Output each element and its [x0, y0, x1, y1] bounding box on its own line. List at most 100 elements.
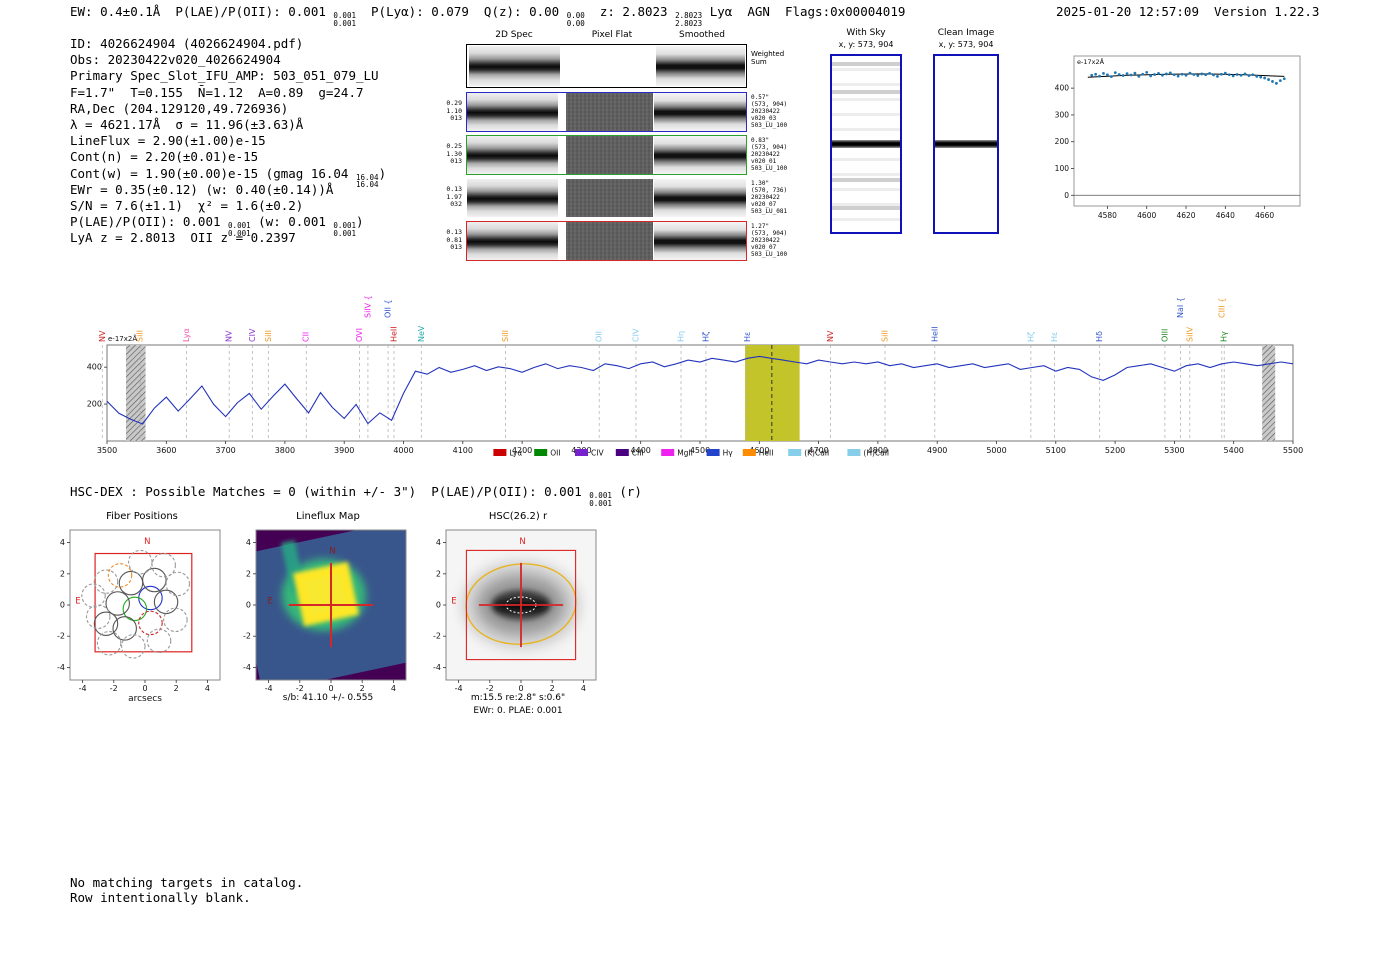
linefit-data-point: [1259, 75, 1263, 79]
linefit-data-point: [1251, 73, 1255, 77]
legend-label: MgII: [677, 449, 693, 458]
legend-swatch: [575, 449, 588, 456]
info-line: F=1.7" T=0.155 N̄=1.12 A=0.89 g=24.7: [70, 85, 386, 101]
linefit-data-point: [1263, 76, 1267, 80]
info-line: λ = 4621.17Å σ = 11.96(±3.63)Å: [70, 117, 386, 133]
spectrum-xtick-label: 5000: [986, 446, 1006, 455]
info-uncertainty-stack: 16.04 16.04: [355, 172, 379, 189]
info-line: Cont(w) = 1.90(±0.00)e-15 (gmag 16.04 16…: [70, 166, 386, 189]
summary-text: Lyα AGN Flags:0x00004019: [702, 4, 906, 19]
info-text: P(LAE)/P(OII): 0.001: [70, 214, 229, 230]
spectrum-xtick-label: 5400: [1224, 446, 1244, 455]
spectral-line-label: SiII: [501, 330, 510, 342]
spectrum-xtick-label: 3800: [275, 446, 295, 455]
linefit-data-point: [1275, 81, 1278, 85]
spectral-line-label: SiII: [264, 330, 273, 342]
linefit-data-point: [1172, 73, 1176, 77]
with-sky-title: With Sky: [846, 28, 886, 38]
linefit-ytick-label: 200: [1055, 137, 1070, 146]
linefit-data-point: [1212, 73, 1215, 77]
fiber-ytick-label: 0: [60, 601, 65, 610]
exposure-cutout-row: [466, 221, 747, 261]
linefit-data-point: [1098, 74, 1101, 78]
footer-no-match-line: No matching targets in catalog.: [70, 875, 304, 890]
info-text: λ = 4621.17Å σ = 11.96(±3.63)Å: [70, 116, 304, 132]
row-exposure-labels: 1.30" (570, 736) 20230422 v020_07 503_LU_081: [751, 180, 813, 216]
spectral-line-label: OIII: [1160, 329, 1169, 342]
detection-info-block: ID: 4026624904 (4026624904.pdf) Obs: 2023…: [70, 36, 386, 246]
linefit-data-point: [1196, 74, 1200, 77]
hsc-xtick-label: 2: [550, 684, 555, 693]
linefit-data-point: [1164, 72, 1168, 76]
info-text: S/N = 7.6(±1.1) χ² = 1.6(±0.2): [70, 197, 304, 213]
fiber-xtick-label: -2: [110, 684, 118, 693]
info-text: (w: 0.001: [250, 214, 334, 230]
spectrum-xtick-label: 5500: [1283, 446, 1303, 455]
catalog-match-summary-line: HSC-DEX : Possible Matches = 0 (within +…: [70, 484, 642, 507]
row-weight-value: 032: [450, 200, 462, 208]
linefit-data-point: [1200, 72, 1204, 76]
lineflux-ytick-label: 4: [246, 538, 251, 547]
fiber-positions-plot: N E -4 -2 0 2 4 4 2 0 -2 -4 arcsecs: [57, 529, 221, 704]
hsc-ytick-label: -4: [433, 663, 441, 672]
row-2d-spec-strip: [467, 93, 558, 131]
linefit-data-point: [1255, 74, 1259, 78]
info-uncertainty-stack: 0.001 0.001: [333, 221, 356, 238]
spectrum-xtick-label: 4100: [453, 446, 473, 455]
row-weight-labels: 0.13 1.97 032: [416, 185, 464, 209]
linefit-xtick-label: 4640: [1216, 211, 1235, 220]
lineflux-xtick-label: 0: [328, 684, 333, 693]
info-text: Cont(n) = 2.20(±0.01)e-15: [70, 149, 259, 165]
info-text: Obs: 20230422v020_4026624904: [70, 52, 281, 68]
spectral-line-label: Hε: [743, 332, 752, 342]
info-line: Obs: 20230422v020_4026624904: [70, 52, 386, 68]
spectral-line-label: NeV: [417, 325, 426, 342]
spectrum-xtick-label: 5100: [1046, 446, 1066, 455]
row-exposure-labels: 0.57" (573, 904) 20230422 v020_03 503_LU_100: [751, 94, 813, 130]
info-line: ID: 4026624904 (4026624904.pdf): [70, 36, 386, 52]
linefit-units-annotation: e-17x2Å: [1077, 57, 1105, 66]
spectral-line-label: NV: [225, 330, 234, 342]
catalog-match-text: (r): [611, 484, 642, 499]
linefit-data-point: [1133, 71, 1137, 75]
linefit-data-point: [1129, 73, 1133, 77]
row-weight-labels: 0.13 0.81 013: [416, 228, 464, 252]
linefit-data-point: [1161, 73, 1164, 77]
spectral-line-label: Hη: [677, 331, 686, 342]
row-weight-value: 013: [450, 114, 462, 122]
linefit-xtick-label: 4620: [1176, 211, 1195, 220]
spectral-line-label: NV: [98, 330, 107, 342]
clean-image-title: Clean Image: [937, 28, 995, 38]
spectral-line-label: CIV: [631, 328, 640, 342]
spectral-line-label: OVI: [355, 328, 364, 342]
north-label: N: [144, 537, 150, 547]
linefit-data-point: [1267, 78, 1270, 81]
hsc-xtick-label: -2: [486, 684, 494, 693]
row-2d-spec-strip: [467, 222, 558, 260]
linefit-data-point: [1149, 74, 1153, 78]
with-sky-coords: x, y: 573, 904: [838, 40, 894, 49]
linefit-data-point: [1278, 79, 1282, 83]
lineflux-xtick-label: 4: [391, 684, 396, 693]
linefit-data-point: [1125, 72, 1129, 76]
linefit-data-point: [1113, 71, 1117, 75]
summary-header-line: EW: 0.4±0.1Å P(LAE)/P(OII): 0.001 0.001 0…: [70, 4, 905, 27]
spectrum-xtick-label: 3500: [97, 446, 117, 455]
hsc-xtick-label: 4: [581, 684, 586, 693]
spectral-line-label: Hδ: [1095, 331, 1104, 342]
fiber-xtick-label: -4: [79, 684, 87, 693]
full-spectrum-plot: NV SiII Lyα NV CIV SiII CII OVI SiIV {OII {HeII N…: [87, 295, 1303, 458]
linefit-data-point: [1090, 73, 1094, 77]
row-pixel-flat-strip: [566, 93, 653, 131]
linefit-data-point: [1153, 73, 1156, 76]
row-weight-labels: 0.25 1.30 013: [416, 142, 464, 166]
hsc-xtick-label: -4: [455, 684, 463, 693]
sky-emission-band: [832, 140, 900, 148]
info-text: F=1.7" T=0.155 N̄=1.12 A=0.89 g=24.7: [70, 84, 364, 100]
summary-text: z: 2.8023: [584, 4, 676, 19]
info-text: Primary Spec_Slot_IFU_AMP: 503_051_079_L…: [70, 68, 379, 84]
info-text: ): [356, 214, 364, 230]
spectral-line-label: SiIV: [1185, 326, 1194, 342]
linefit-ytick-label: 300: [1055, 110, 1070, 119]
summary-text: P(Lyα): 0.079 Q(z): 0.00: [355, 4, 567, 19]
